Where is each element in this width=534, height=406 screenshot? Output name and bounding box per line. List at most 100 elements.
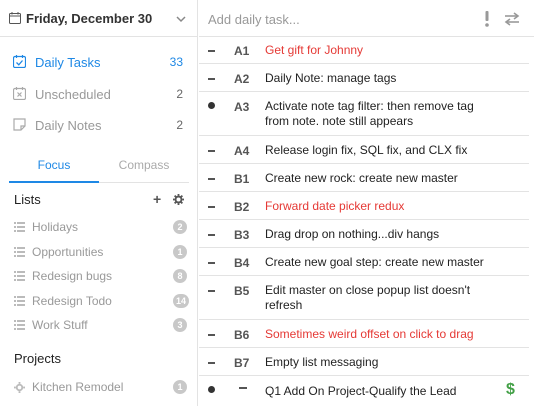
task-row[interactable]: B3 Drag drop on nothing...div hangs xyxy=(199,220,529,248)
task-title: Drag drop on nothing...div hangs xyxy=(265,227,440,241)
current-date: Friday, December 30 xyxy=(26,11,153,26)
task-row[interactable]: A4 Release login fix, SQL fix, and CLX f… xyxy=(199,136,529,164)
task-status-dash[interactable] xyxy=(208,234,215,236)
sidebar: Friday, December 30 Daily Tasks 33 Unsch… xyxy=(0,0,198,406)
gear-icon xyxy=(14,382,25,393)
nav-label: Daily Notes xyxy=(35,118,102,133)
count-badge: 3 xyxy=(173,318,187,332)
task-row[interactable]: B4 Create new goal step: create new mast… xyxy=(199,248,529,276)
task-priority-code: B4 xyxy=(234,256,250,270)
task-row[interactable]: A2 Daily Note: manage tags xyxy=(199,64,529,92)
checkbox-calendar-icon xyxy=(13,55,26,68)
list-item-work-stuff[interactable]: Work Stuff 3 xyxy=(0,315,198,337)
note-icon xyxy=(13,118,26,131)
task-title: Release login fix, SQL fix, and CLX fix xyxy=(265,143,468,157)
nav-unscheduled[interactable]: Unscheduled 2 xyxy=(0,79,198,109)
task-title: Activate note tag filter: then remove ta… xyxy=(265,99,474,128)
task-row[interactable]: B5 Edit master on close popup list doesn… xyxy=(199,276,529,320)
task-title: Empty list messaging xyxy=(265,355,379,369)
task-priority-code: A3 xyxy=(234,100,250,114)
count-badge: 8 xyxy=(173,269,187,283)
project-item-kitchen-remodel[interactable]: Kitchen Remodel 1 xyxy=(0,377,198,399)
task-status-dash[interactable] xyxy=(208,78,215,80)
task-status-dash[interactable] xyxy=(208,362,215,364)
list-item-redesign-bugs[interactable]: Redesign bugs 8 xyxy=(0,266,198,288)
task-priority-code: B6 xyxy=(234,328,250,342)
task-status-dash[interactable] xyxy=(208,178,215,180)
list-icon xyxy=(14,222,25,232)
calendar-x-icon xyxy=(13,87,26,100)
add-list-icon[interactable]: + xyxy=(153,191,161,207)
chevron-down-icon[interactable] xyxy=(176,14,186,24)
task-priority-code: B1 xyxy=(234,172,250,186)
count-badge: 2 xyxy=(173,220,187,234)
task-status-dot[interactable] xyxy=(208,102,215,109)
task-title: Edit master on close popup list doesn't … xyxy=(265,283,471,312)
priority-icon[interactable] xyxy=(483,11,491,27)
lists-heading: Lists xyxy=(14,192,41,207)
dollar-icon: $ xyxy=(506,381,515,398)
list-item-opportunities[interactable]: Opportunities 1 xyxy=(0,242,198,264)
tab-focus[interactable]: Focus xyxy=(9,158,99,172)
list-icon xyxy=(14,296,25,306)
task-row[interactable]: B6 Sometimes weird offset on click to dr… xyxy=(199,320,529,348)
task-priority-code: B5 xyxy=(234,284,250,298)
gear-icon[interactable] xyxy=(173,194,184,205)
task-title: Sometimes weird offset on click to drag xyxy=(265,327,474,341)
task-title: Create new goal step: create new master xyxy=(265,255,484,269)
task-status-dash[interactable] xyxy=(208,334,215,336)
task-priority-code: B2 xyxy=(234,200,250,214)
task-row[interactable]: B1 Create new rock: create new master xyxy=(199,164,529,192)
task-status-dash[interactable] xyxy=(208,206,215,208)
task-priority-code: B3 xyxy=(234,228,250,242)
task-panel: A1 Get gift for Johnny A2 Daily Note: ma… xyxy=(199,0,534,406)
swap-arrows-icon[interactable] xyxy=(504,12,520,26)
task-status-dash[interactable] xyxy=(208,262,215,264)
project-label: Kitchen Remodel xyxy=(32,380,124,394)
lists-actions: + xyxy=(153,191,187,207)
task-row[interactable]: B2 Forward date picker redux xyxy=(199,192,529,220)
task-status-dash[interactable] xyxy=(208,150,215,152)
list-label: Opportunities xyxy=(32,245,104,259)
list-item-holidays[interactable]: Holidays 2 xyxy=(0,217,198,239)
calendar-icon xyxy=(9,12,21,24)
list-icon xyxy=(14,247,25,257)
list-label: Redesign Todo xyxy=(32,294,112,308)
task-priority-code: A2 xyxy=(234,72,250,86)
list-label: Holidays xyxy=(32,220,79,234)
nav-label: Daily Tasks xyxy=(35,55,101,70)
no-priority-dash xyxy=(239,387,247,389)
nav-count: 33 xyxy=(169,55,183,69)
nav-daily-notes[interactable]: Daily Notes 2 xyxy=(0,110,198,140)
task-status-dash[interactable] xyxy=(208,50,215,52)
sidebar-tabs: Focus Compass xyxy=(9,150,189,183)
task-status-dash[interactable] xyxy=(208,290,215,292)
add-task-bar xyxy=(199,0,534,37)
nav-label: Unscheduled xyxy=(35,87,111,102)
count-badge: 14 xyxy=(173,294,190,308)
active-tab-indicator xyxy=(9,181,99,183)
add-task-input[interactable] xyxy=(208,9,478,29)
projects-heading: Projects xyxy=(14,351,61,366)
task-row[interactable]: Q1 Add On Project-Qualify the Lead $ xyxy=(199,376,529,406)
list-icon xyxy=(14,271,25,281)
date-picker-header[interactable]: Friday, December 30 xyxy=(0,0,198,37)
nav-count: 2 xyxy=(176,87,183,101)
tab-compass[interactable]: Compass xyxy=(99,158,189,172)
nav-daily-tasks[interactable]: Daily Tasks 33 xyxy=(0,47,198,77)
list-label: Redesign bugs xyxy=(32,269,113,283)
task-title: Forward date picker redux xyxy=(265,199,405,213)
list-item-redesign-todo[interactable]: Redesign Todo 14 xyxy=(0,291,198,313)
task-title: Q1 Add On Project-Qualify the Lead xyxy=(265,384,457,398)
list-label: Work Stuff xyxy=(32,318,88,332)
task-row[interactable]: B7 Empty list messaging xyxy=(199,348,529,376)
task-row[interactable]: A3 Activate note tag filter: then remove… xyxy=(199,92,529,136)
task-row[interactable]: A1 Get gift for Johnny xyxy=(199,37,529,64)
task-status-dot[interactable] xyxy=(208,386,215,393)
count-badge: 1 xyxy=(173,245,187,259)
count-badge: 1 xyxy=(173,380,187,394)
task-priority-code: B7 xyxy=(234,356,250,370)
nav-count: 2 xyxy=(176,118,183,132)
task-title: Daily Note: manage tags xyxy=(265,71,397,85)
task-priority-code: A1 xyxy=(234,44,250,58)
